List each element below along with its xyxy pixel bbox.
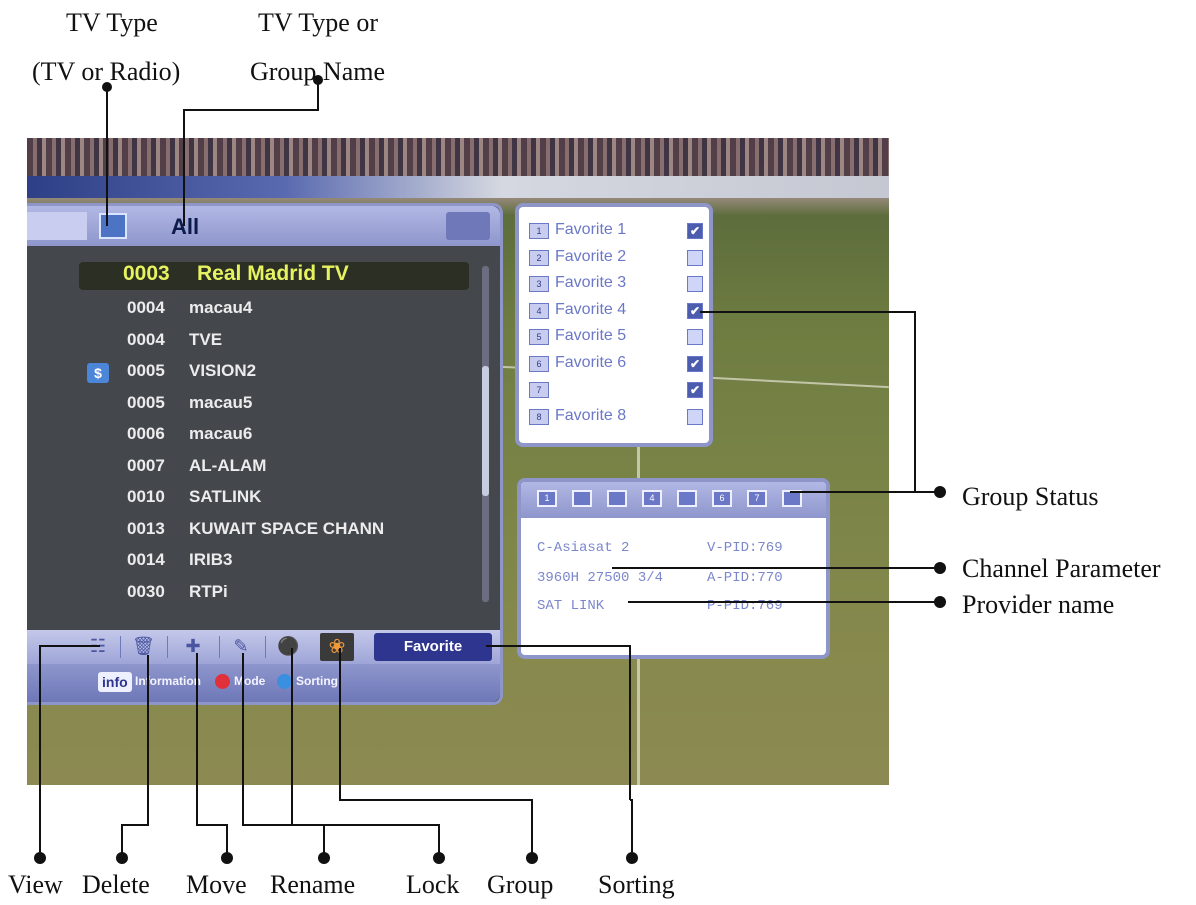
callout-leader-lines [34,75,946,864]
